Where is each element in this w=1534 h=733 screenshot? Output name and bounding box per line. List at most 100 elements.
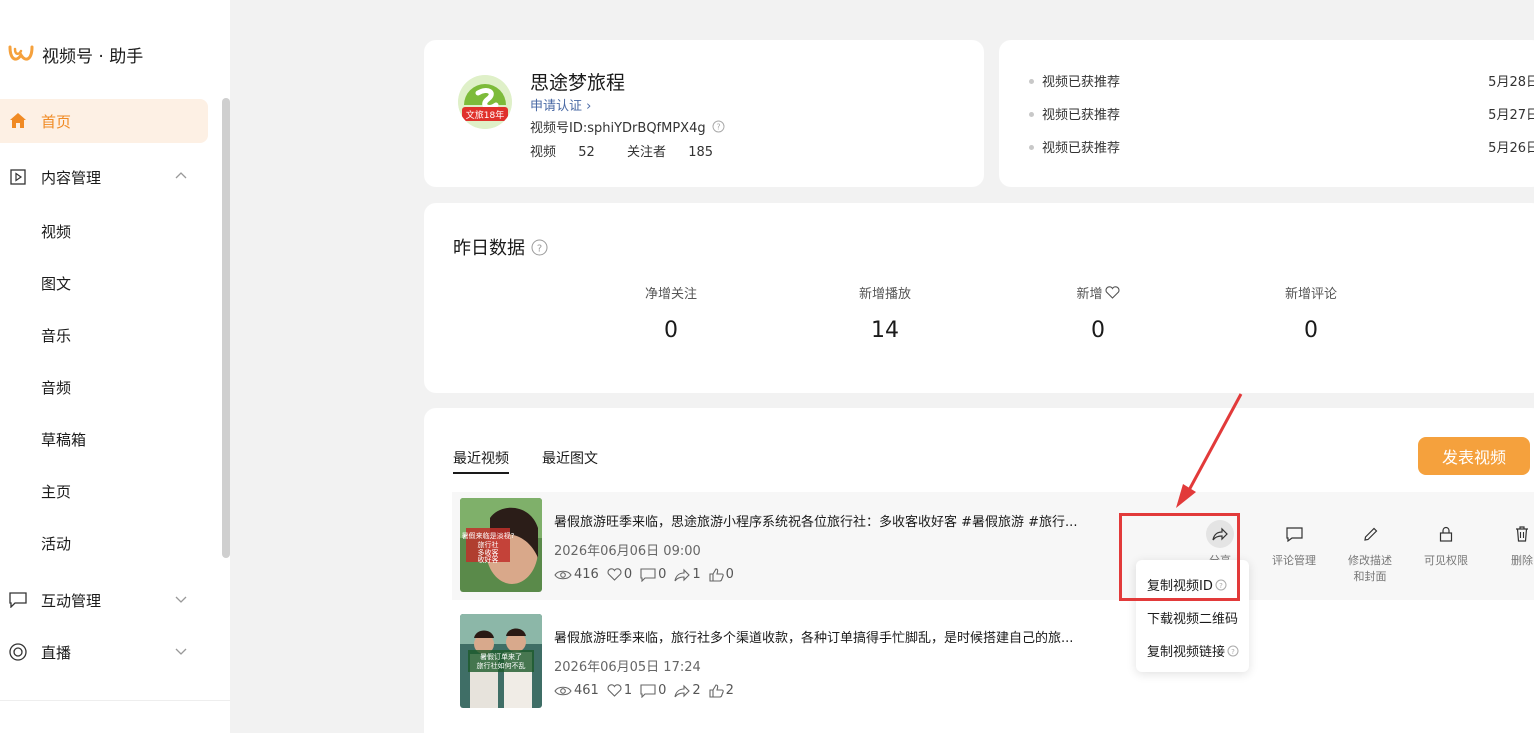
heart-icon [1105,286,1119,299]
likes-metric: 1 [607,683,632,698]
stat-new-comments: 新增评论 0 [1251,283,1371,343]
comments-metric: 0 [640,567,666,582]
thumbs-count: 0 [725,567,734,582]
sidebar-item-label: 直播 [41,643,72,662]
sidebar-item-interaction[interactable]: 互动管理 [0,578,208,622]
action-label: 评论管理 [1272,554,1316,567]
chevron-right-icon: › [586,99,592,114]
edit-description-button[interactable]: 修改描述 和封面 [1340,520,1400,584]
sidebar: 视频号 · 助手 首页 内容管理 视频 图文 音乐 音频 草稿箱 主页 活动 互… [0,0,230,733]
video-title[interactable]: 暑假旅游旺季来临，旅行社多个渠道收款，各种订单搞得手忙脚乱，是时候搭建自己的旅.… [554,627,1073,646]
action-label: 可见权限 [1424,554,1468,567]
share-icon [1212,527,1228,541]
stat-value: 0 [664,318,678,343]
thumbs-metric: 2 [709,683,734,698]
live-icon [8,642,28,662]
tab-recent-articles[interactable]: 最近图文 [542,448,598,468]
notification-date: 5月27日 [1488,108,1534,123]
video-row[interactable]: 暑假来临是淡视? 旅行社 多收客 收好客 暑假旅游旺季来临，思途旅游小程序系统祝… [452,492,1534,600]
stat-value: 14 [871,318,899,343]
shares-metric: 1 [674,567,701,582]
sidebar-item-article[interactable]: 图文 [41,273,71,294]
share-dropdown-menu: 复制视频ID ? 下载视频二维码 复制视频链接 ? [1136,560,1249,672]
stat-label: 净增关注 [644,287,697,302]
app-title: 视频号 · 助手 [42,47,144,67]
delete-button[interactable]: 删除 [1492,520,1534,568]
comment-manage-button[interactable]: 评论管理 [1264,520,1324,568]
likes-count: 1 [623,683,633,698]
avatar[interactable]: 文旅18年 [458,75,512,129]
chevron-down-icon [175,596,187,603]
chevron-up-icon [175,172,187,179]
thumbs-count: 2 [725,683,734,698]
video-row[interactable]: 暑假订单来了 旅行社如何不乱 暑假旅游旺季来临，旅行社多个渠道收款，各种订单搞得… [452,608,1534,716]
videos-value: 52 [578,145,595,160]
shares-count: 1 [692,567,701,582]
video-date: 2026年06月05日 17:24 [554,660,701,675]
video-title[interactable]: 暑假旅游旺季来临，思途旅游小程序系统祝各位旅行社：多收客收好客 #暑假旅游 #旅… [554,511,1077,530]
sidebar-item-audio[interactable]: 音频 [41,377,71,398]
publish-video-button[interactable]: 发表视频 [1418,437,1530,475]
sidebar-item-video[interactable]: 视频 [41,221,71,242]
sidebar-item-drafts[interactable]: 草稿箱 [41,429,86,450]
stat-label: 新增播放 [858,287,911,302]
sidebar-item-live[interactable]: 直播 [0,630,208,674]
play-square-icon [8,167,28,187]
thumbs-up-icon [709,683,724,698]
video-metrics: 461 1 0 2 2 [554,683,734,698]
help-icon[interactable]: ? [712,120,725,133]
sidebar-scrollbar[interactable] [222,98,230,558]
notification-item[interactable]: 视频已获推荐 5月27日 [1029,104,1534,123]
copy-video-id-item[interactable]: 复制视频ID ? [1147,575,1227,594]
sidebar-item-activity[interactable]: 活动 [41,533,71,554]
video-metrics: 416 0 0 1 0 [554,567,734,582]
sidebar-item-music[interactable]: 音乐 [41,325,71,346]
eye-icon [554,570,572,579]
share-icon [674,684,691,697]
views-count: 416 [574,567,599,582]
followers-value: 185 [688,145,714,160]
sidebar-footer [0,700,230,733]
svg-text:旅行社: 旅行社 [478,540,499,549]
views-count: 461 [574,683,599,698]
comments-metric: 0 [640,683,666,698]
followers-label: 关注者 [626,145,666,160]
video-thumbnail[interactable]: 暑假来临是淡视? 旅行社 多收客 收好客 [460,498,542,592]
tab-recent-videos[interactable]: 最近视频 [453,448,509,474]
notification-text: 视频已获推荐 [1042,108,1121,123]
comment-icon [8,590,28,610]
stat-value: 0 [1304,318,1318,343]
eye-icon [554,686,572,695]
stat-label-text: 新增 [1076,287,1103,302]
notification-item[interactable]: 视频已获推荐 5月28日 [1029,71,1534,90]
stat-value: 0 [1091,318,1105,343]
stat-label: 新增评论 [1284,287,1337,302]
views-metric: 461 [554,683,599,698]
action-label: 删除 [1511,554,1533,567]
action-label: 和封面 [1353,570,1387,583]
download-qrcode-item[interactable]: 下载视频二维码 [1147,608,1238,627]
help-icon[interactable]: ? [531,239,548,256]
sidebar-item-content[interactable]: 内容管理 [0,155,208,199]
shares-count: 2 [692,683,701,698]
copy-video-link-item[interactable]: 复制视频链接 ? [1147,641,1239,660]
account-id: 视频号ID:sphiYDrBQfMPX4g ? [530,117,725,136]
stat-new-likes: 新增 0 [1038,283,1158,343]
sidebar-item-home[interactable]: 首页 [0,99,208,143]
verify-label: 申请认证 [530,99,583,114]
comment-icon [640,683,656,698]
trash-icon [1516,526,1528,542]
heart-icon [607,568,622,581]
apply-verification-link[interactable]: 申请认证 › [530,95,591,114]
comment-icon [1285,526,1303,542]
sidebar-item-homepage[interactable]: 主页 [41,481,71,502]
svg-text:暑假订单来了: 暑假订单来了 [480,652,522,661]
menu-item-label: 复制视频链接 [1147,645,1226,660]
notification-item[interactable]: 视频已获推荐 5月26日 [1029,137,1534,156]
svg-text:?: ? [716,123,720,132]
video-thumbnail[interactable]: 暑假订单来了 旅行社如何不乱 [460,614,542,708]
account-id-text: 视频号ID:sphiYDrBQfMPX4g [530,121,706,136]
menu-item-label: 下载视频二维码 [1147,612,1239,627]
app-logo[interactable]: 视频号 · 助手 [8,42,143,67]
visibility-button[interactable]: 可见权限 [1416,520,1476,568]
